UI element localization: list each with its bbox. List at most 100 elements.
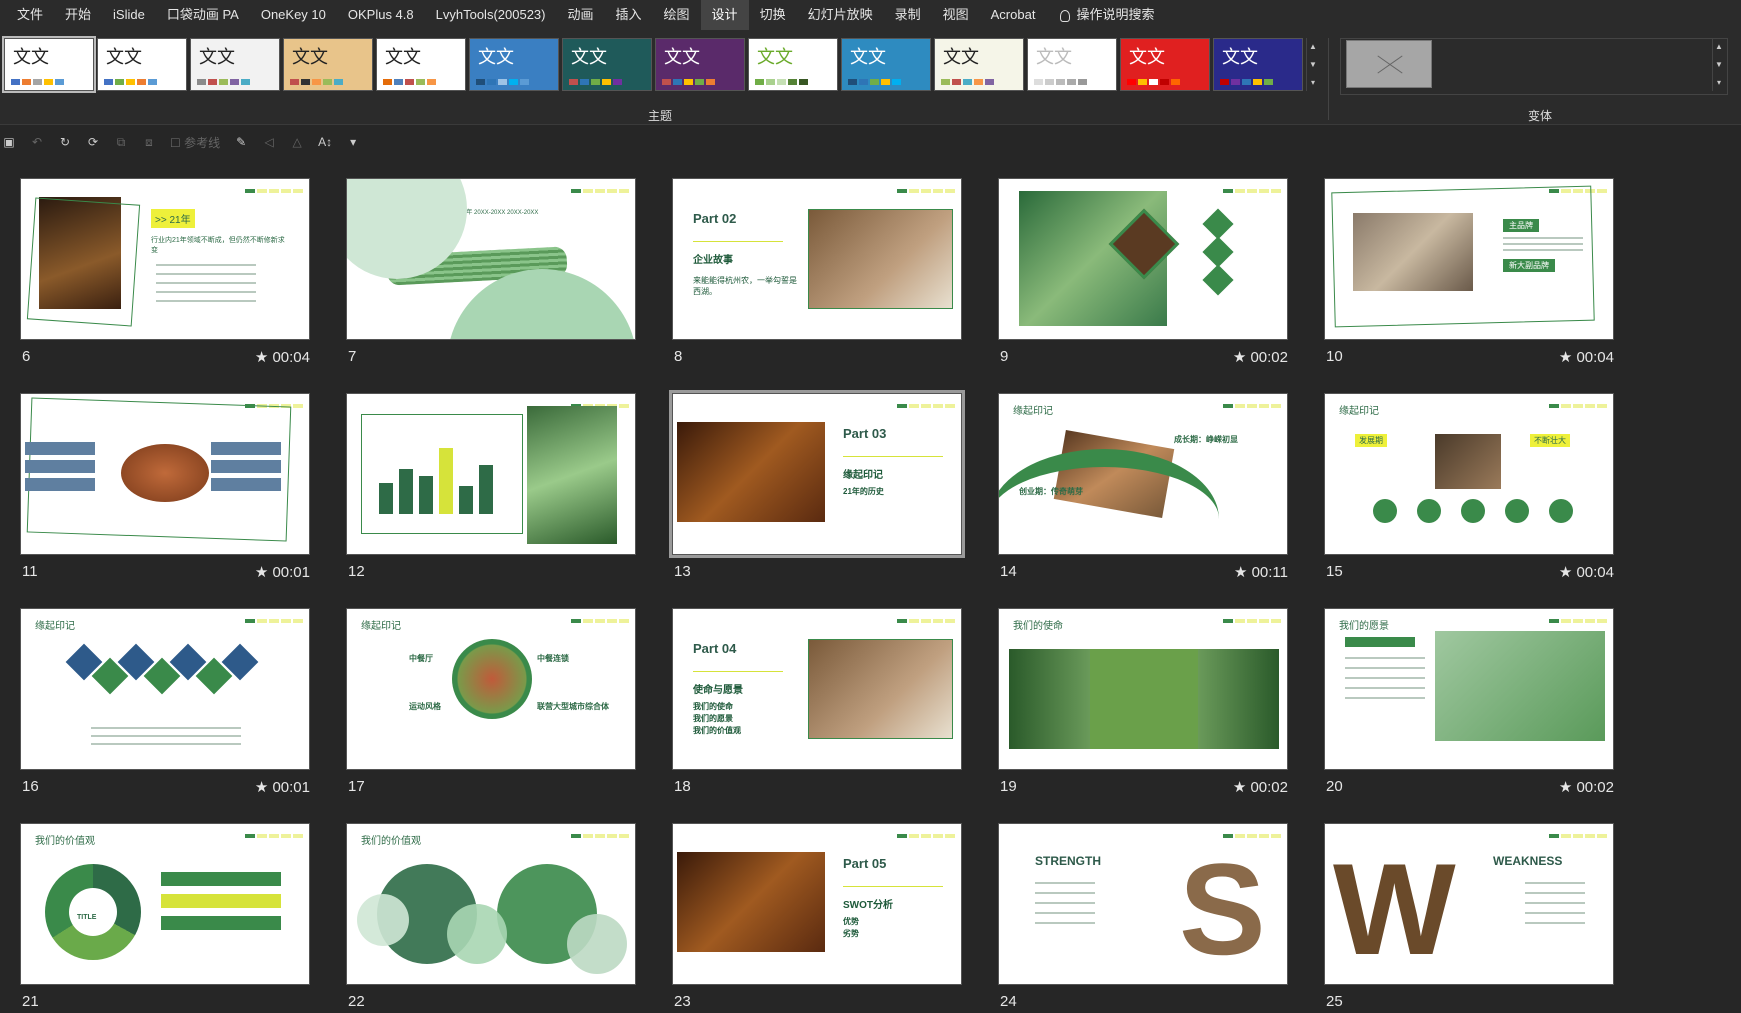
slide-thumbnail[interactable]: Part 04 使命与愿景 我们的使命 我们的愿景 我们的价值观	[672, 608, 962, 770]
color-swatch	[777, 79, 786, 85]
font-size-icon[interactable]: A↕	[318, 135, 332, 149]
theme-item[interactable]: 文文	[97, 38, 187, 91]
slide-cell[interactable]: 主品牌 新大副品牌 10 ★ 00:04	[1324, 178, 1614, 368]
theme-item[interactable]: 文文	[562, 38, 652, 91]
slide-cell[interactable]: >> 21年 行业内21年领域不断成，但仍然不断修新求变 6 ★ 00:04	[20, 178, 310, 368]
gallery-more-icon[interactable]: ▾	[1311, 78, 1315, 87]
slide-thumbnail[interactable]: 我们的价值观	[346, 823, 636, 985]
slide-thumbnail[interactable]: 缘起印记 成长期：峥嵘初显 创业期：传奇萌芽	[998, 393, 1288, 555]
tell-me-search[interactable]: 操作说明搜索	[1076, 0, 1165, 30]
slide-cell[interactable]: 我们的价值观 22	[346, 823, 636, 1013]
group-icon[interactable]: ⧉	[114, 135, 128, 150]
menu-item[interactable]: iSlide	[102, 0, 156, 30]
slide-thumbnail[interactable]: 我们的使命	[998, 608, 1288, 770]
slide-cell[interactable]: Part 03 缘起印记 21年的历史 13	[669, 390, 965, 583]
slide-cell[interactable]: 成立 9 ★ 00:02	[998, 178, 1288, 368]
theme-item[interactable]: 文文	[1027, 38, 1117, 91]
slide-cell[interactable]: 创始人行迹10XX年 20XX年 20XX年 20XX-20XX 20XX-20…	[346, 178, 636, 368]
slide-thumbnail[interactable]: 我们的愿景	[1324, 608, 1614, 770]
chevron-up-icon[interactable]: ▲	[1715, 42, 1723, 51]
menu-item[interactable]: 绘图	[653, 0, 701, 30]
menu-item[interactable]: OneKey 10	[250, 0, 337, 30]
slide-cell[interactable]: 我们的使命 19 ★ 00:02	[998, 608, 1288, 798]
color-swatch	[55, 79, 64, 85]
menu-item[interactable]: 文件	[6, 0, 54, 30]
theme-item[interactable]: 文文	[2, 36, 96, 93]
customize-qat-icon[interactable]: ▾	[346, 135, 360, 149]
slide-thumbnail[interactable]: Part 03 缘起印记 21年的历史	[669, 390, 965, 558]
menu-item[interactable]: 口袋动画 PA	[156, 0, 250, 30]
slide-thumbnail[interactable]	[20, 393, 310, 555]
theme-item[interactable]: 文文	[1213, 38, 1303, 91]
color-swatch	[509, 79, 518, 85]
slide-thumbnail[interactable]: 缘起印记 中餐厅 中餐连锁 运动风格 联营大型城市综合体	[346, 608, 636, 770]
menu-item[interactable]: 动画	[557, 0, 605, 30]
slide-cell[interactable]: 我们的愿景 20 ★ 00:02	[1324, 608, 1614, 798]
format-painter-icon[interactable]: ✎	[234, 135, 248, 149]
slide-cell[interactable]: 缘起印记 中餐厅 中餐连锁 运动风格 联营大型城市综合体 17	[346, 608, 636, 798]
slide-number: 14	[1000, 563, 1017, 580]
slide-thumbnail[interactable]: Part 05 SWOT分析 优势 劣势	[672, 823, 962, 985]
label-left-0	[25, 442, 95, 455]
menu-item[interactable]: LvyhTools(200523)	[425, 0, 557, 30]
theme-item[interactable]: 文文	[190, 38, 280, 91]
slide-title: Part 02	[693, 211, 737, 226]
menu-item[interactable]: 插入	[605, 0, 653, 30]
chevron-up-icon[interactable]: ▲	[1309, 42, 1317, 51]
slide-thumbnail[interactable]: 创始人行迹10XX年 20XX年 20XX年 20XX-20XX 20XX-20…	[346, 178, 636, 340]
slide-thumbnail[interactable]: 成立	[998, 178, 1288, 340]
menu-item[interactable]: 幻灯片放映	[797, 0, 884, 30]
slide-thumbnail[interactable]: 主品牌 新大副品牌	[1324, 178, 1614, 340]
slide-thumbnail[interactable]: Part 02 企业故事 来能能得杭州农，一举勾誓是西湖。	[672, 178, 962, 340]
theme-item[interactable]: 文文	[934, 38, 1024, 91]
theme-item[interactable]: 文文	[841, 38, 931, 91]
menu-item[interactable]: 开始	[54, 0, 102, 30]
theme-item[interactable]: 文文	[469, 38, 559, 91]
ungroup-icon[interactable]: ⧈	[142, 135, 156, 150]
align-icon[interactable]: ◁	[262, 135, 276, 149]
slide-cell[interactable]: Part 02 企业故事 来能能得杭州农，一举勾誓是西湖。 8	[672, 178, 962, 368]
slide-thumbnail[interactable]: STRENGTH S	[998, 823, 1288, 985]
distribute-icon[interactable]: △	[290, 135, 304, 149]
slide-cell[interactable]: WEAKNESS W 25	[1324, 823, 1614, 1013]
slide-cell[interactable]: Part 04 使命与愿景 我们的使命 我们的愿景 我们的价值观 18	[672, 608, 962, 798]
menu-item[interactable]: 录制	[884, 0, 932, 30]
refresh-icon[interactable]: ⟳	[86, 135, 100, 149]
chevron-down-icon[interactable]: ▼	[1309, 60, 1317, 69]
theme-item[interactable]: 文文	[376, 38, 466, 91]
menu-item[interactable]: 切换	[749, 0, 797, 30]
slide-cell[interactable]: 缘起印记 16 ★ 00:01	[20, 608, 310, 798]
save-icon[interactable]: ▣	[2, 135, 16, 149]
nav-dot	[293, 834, 303, 838]
undo-icon[interactable]: ↶	[30, 135, 44, 149]
guides-checkbox[interactable]: ☐ 参考线	[170, 134, 220, 151]
slide-thumbnail[interactable]	[346, 393, 636, 555]
variants-gallery-scroll[interactable]: ▲ ▼ ▾	[1712, 38, 1725, 91]
theme-item[interactable]: 文文	[1120, 38, 1210, 91]
slide-cell[interactable]: 12	[346, 393, 636, 583]
themes-gallery-scroll[interactable]: ▲ ▼ ▾	[1306, 38, 1319, 91]
gallery-more-icon[interactable]: ▾	[1717, 78, 1721, 87]
menu-item[interactable]: OKPlus 4.8	[337, 0, 425, 30]
theme-item[interactable]: 文文	[748, 38, 838, 91]
redo-icon[interactable]: ↻	[58, 135, 72, 149]
menu-item[interactable]: 设计	[700, 0, 749, 30]
theme-item[interactable]: 文文	[283, 38, 373, 91]
slide-cell[interactable]: STRENGTH S 24	[998, 823, 1288, 1013]
theme-item[interactable]: 文文	[655, 38, 745, 91]
slide-cell[interactable]: 缘起印记 成长期：峥嵘初显 创业期：传奇萌芽 14 ★ 00:11	[998, 393, 1288, 583]
slide-thumbnail[interactable]: 我们的价值观 TITLE	[20, 823, 310, 985]
chevron-down-icon[interactable]: ▼	[1715, 60, 1723, 69]
slide-thumbnail[interactable]: 缘起印记	[20, 608, 310, 770]
color-swatch	[1138, 79, 1147, 85]
menu-item[interactable]: 视图	[932, 0, 980, 30]
slide-thumbnail[interactable]: >> 21年 行业内21年领域不断成，但仍然不断修新求变	[20, 178, 310, 340]
menu-item[interactable]: Acrobat	[980, 0, 1047, 30]
slide-cell[interactable]: Part 05 SWOT分析 优势 劣势 23	[672, 823, 962, 1013]
slide-thumbnail[interactable]: WEAKNESS W	[1324, 823, 1614, 985]
slide-cell[interactable]: 11 ★ 00:01	[20, 393, 310, 583]
slide-cell[interactable]: 我们的价值观 TITLE 21	[20, 823, 310, 1013]
slide-cell[interactable]: 缘起印记 发展期 不断壮大 15 ★ 00:04	[1324, 393, 1614, 583]
slide-thumbnail[interactable]: 缘起印记 发展期 不断壮大	[1324, 393, 1614, 555]
variant-item[interactable]	[1346, 40, 1432, 88]
